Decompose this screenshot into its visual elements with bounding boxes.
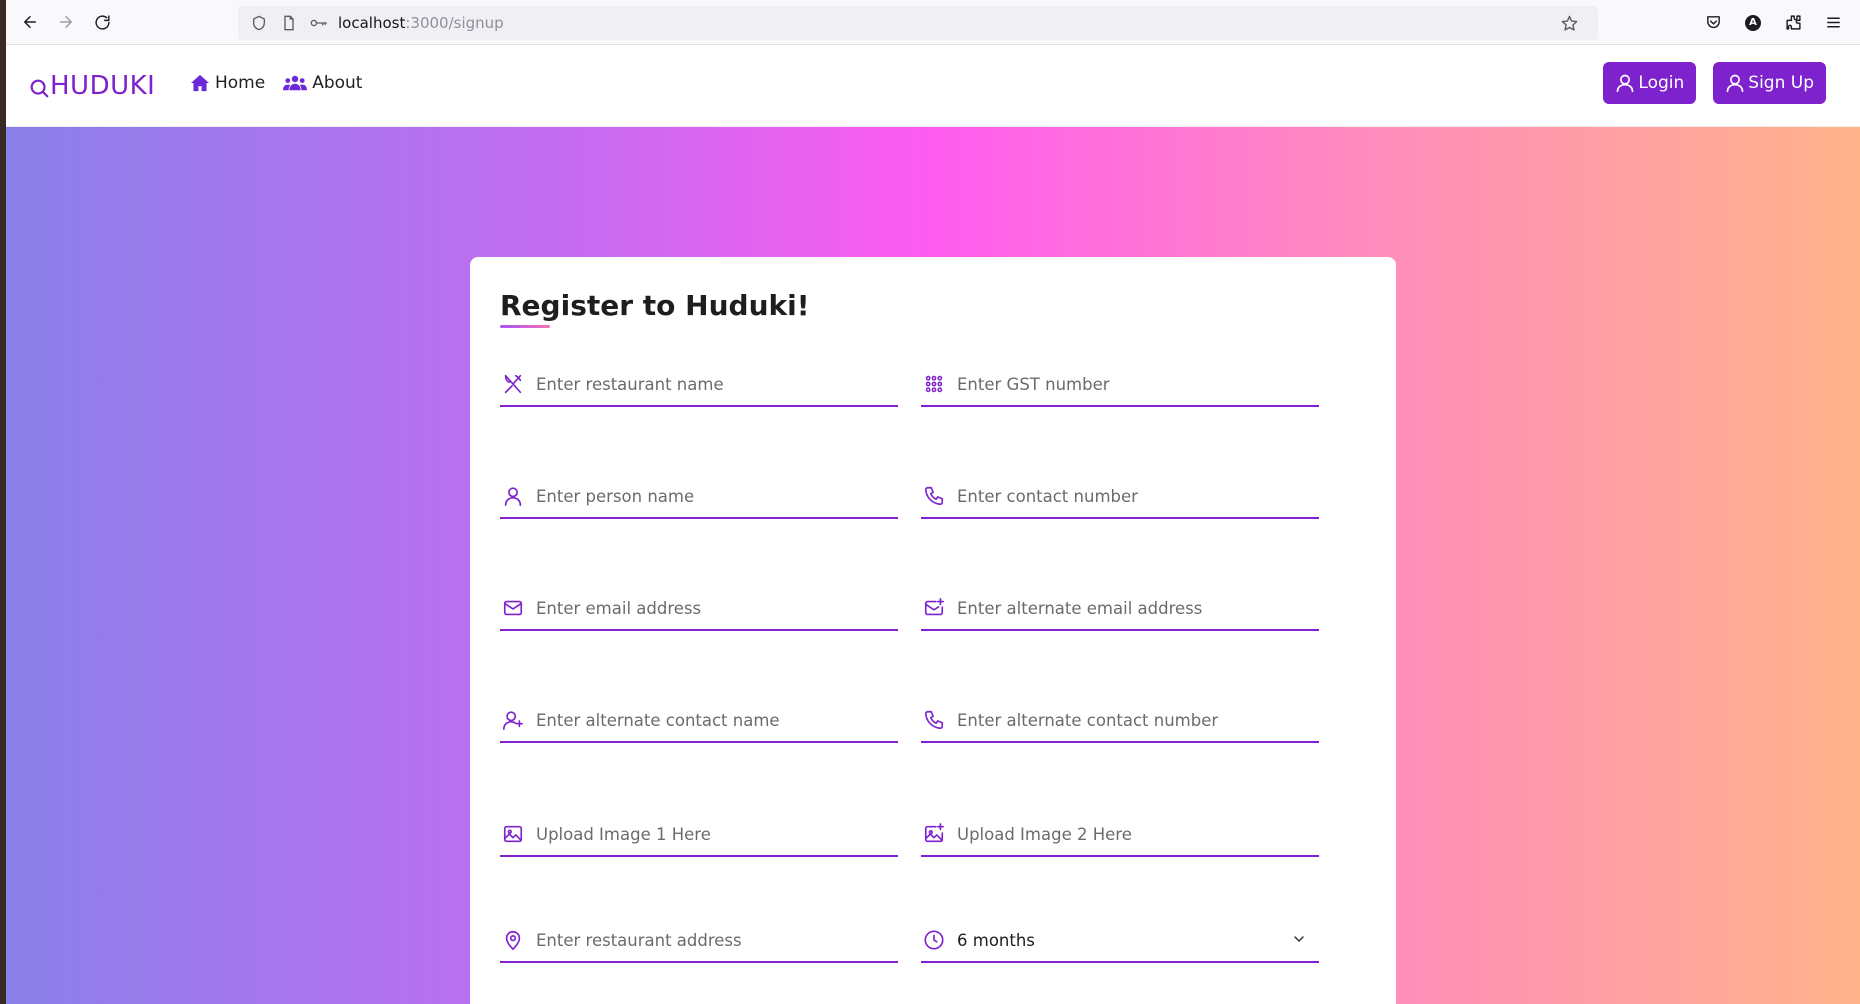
address-bar[interactable]: localhost:3000/signup [238,6,1598,40]
back-button[interactable] [12,4,48,40]
bookmark-star-icon[interactable] [1558,12,1580,34]
brand-logo[interactable]: HUDUKI [28,71,155,101]
form-title: Register to Huduki! [500,289,810,322]
restaurant-address-placeholder: Enter restaurant address [536,930,742,950]
arrow-right-icon [60,16,72,28]
person-name-field[interactable]: Enter person name [500,475,898,519]
title-underline [500,325,550,328]
arrow-left-icon [24,16,36,28]
image-icon [502,823,524,845]
login-button[interactable]: Login [1603,62,1697,104]
email-field[interactable]: Enter email address [500,587,898,631]
clock-icon [923,929,945,951]
alt-contact-name-placeholder: Enter alternate contact name [536,710,780,730]
mail-plus-icon [923,597,945,619]
site-navbar: HUDUKI Home About Login Sign Up [6,45,1860,127]
alt-contact-number-placeholder: Enter alternate contact number [957,710,1219,730]
brand-name: HUDUKI [50,71,156,101]
nav-home-label: Home [215,73,266,93]
url-path: :3000/signup [405,14,504,32]
nav-about-link[interactable]: About [283,73,362,93]
email-placeholder: Enter email address [536,598,702,618]
restaurant-name-field[interactable]: Enter restaurant name [500,363,898,407]
shield-icon [248,12,270,34]
image2-upload-field[interactable]: Upload Image 2 Here [921,813,1319,857]
person-name-placeholder: Enter person name [536,486,695,506]
forward-button[interactable] [48,4,84,40]
nav-links: Home About [190,73,362,93]
image-plus-icon [923,823,945,845]
pocket-icon [1706,16,1720,29]
utensils-icon [502,373,524,395]
restaurant-name-placeholder: Enter restaurant name [536,374,724,394]
home-icon [191,74,209,92]
chevron-down-icon [1291,931,1307,951]
grid-dots-icon [923,373,945,395]
user-icon [502,485,524,507]
url-text: localhost:3000/signup [338,14,504,32]
account-button[interactable]: A [1736,6,1770,40]
image2-placeholder: Upload Image 2 Here [957,824,1132,844]
menu-button[interactable] [1816,6,1850,40]
image1-upload-field[interactable]: Upload Image 1 Here [500,813,898,857]
url-host: localhost [338,14,406,32]
reload-icon [94,14,110,30]
pocket-button[interactable] [1696,6,1730,40]
search-icon [30,79,49,98]
user-icon [1617,74,1634,93]
user-plus-icon [502,709,524,731]
duration-select[interactable]: 6 months [921,919,1319,963]
login-label: Login [1638,73,1685,93]
hero-background: Register to Huduki! Enter restaurant nam… [6,127,1860,1004]
user-icon [1726,74,1744,93]
toolbar-right: A [1696,0,1850,45]
mail-icon [502,597,524,619]
extensions-button[interactable] [1776,6,1810,40]
account-avatar: A [1745,14,1761,31]
signup-button[interactable]: Sign Up [1713,62,1826,104]
alt-contact-number-field[interactable]: Enter alternate contact number [921,699,1319,743]
register-card: Register to Huduki! Enter restaurant nam… [470,257,1396,1004]
contact-number-field[interactable]: Enter contact number [921,475,1319,519]
alt-email-placeholder: Enter alternate email address [957,598,1203,618]
browser-toolbar: localhost:3000/signup A [6,0,1860,45]
map-pin-icon [502,929,524,951]
reload-button[interactable] [84,4,120,40]
key-icon [308,12,330,34]
signup-label: Sign Up [1748,73,1814,93]
gst-number-field[interactable]: Enter GST number [921,363,1319,407]
alt-email-field[interactable]: Enter alternate email address [921,587,1319,631]
nav-about-label: About [312,73,363,93]
gst-number-placeholder: Enter GST number [957,374,1110,394]
alt-contact-name-field[interactable]: Enter alternate contact name [500,699,898,743]
phone-icon [923,709,945,731]
duration-value: 6 months [957,930,1035,950]
nav-actions: Login Sign Up [1603,62,1826,104]
contact-number-placeholder: Enter contact number [957,486,1138,506]
page-icon [278,12,300,34]
phone-icon [923,485,945,507]
hamburger-icon [1826,17,1840,28]
nav-home-link[interactable]: Home [190,73,265,93]
image1-placeholder: Upload Image 1 Here [536,824,711,844]
puzzle-icon [1785,15,1801,30]
users-icon [283,75,308,91]
browser-window: localhost:3000/signup A HUDUKI Home Abou… [6,0,1860,1004]
restaurant-address-field[interactable]: Enter restaurant address [500,919,898,963]
